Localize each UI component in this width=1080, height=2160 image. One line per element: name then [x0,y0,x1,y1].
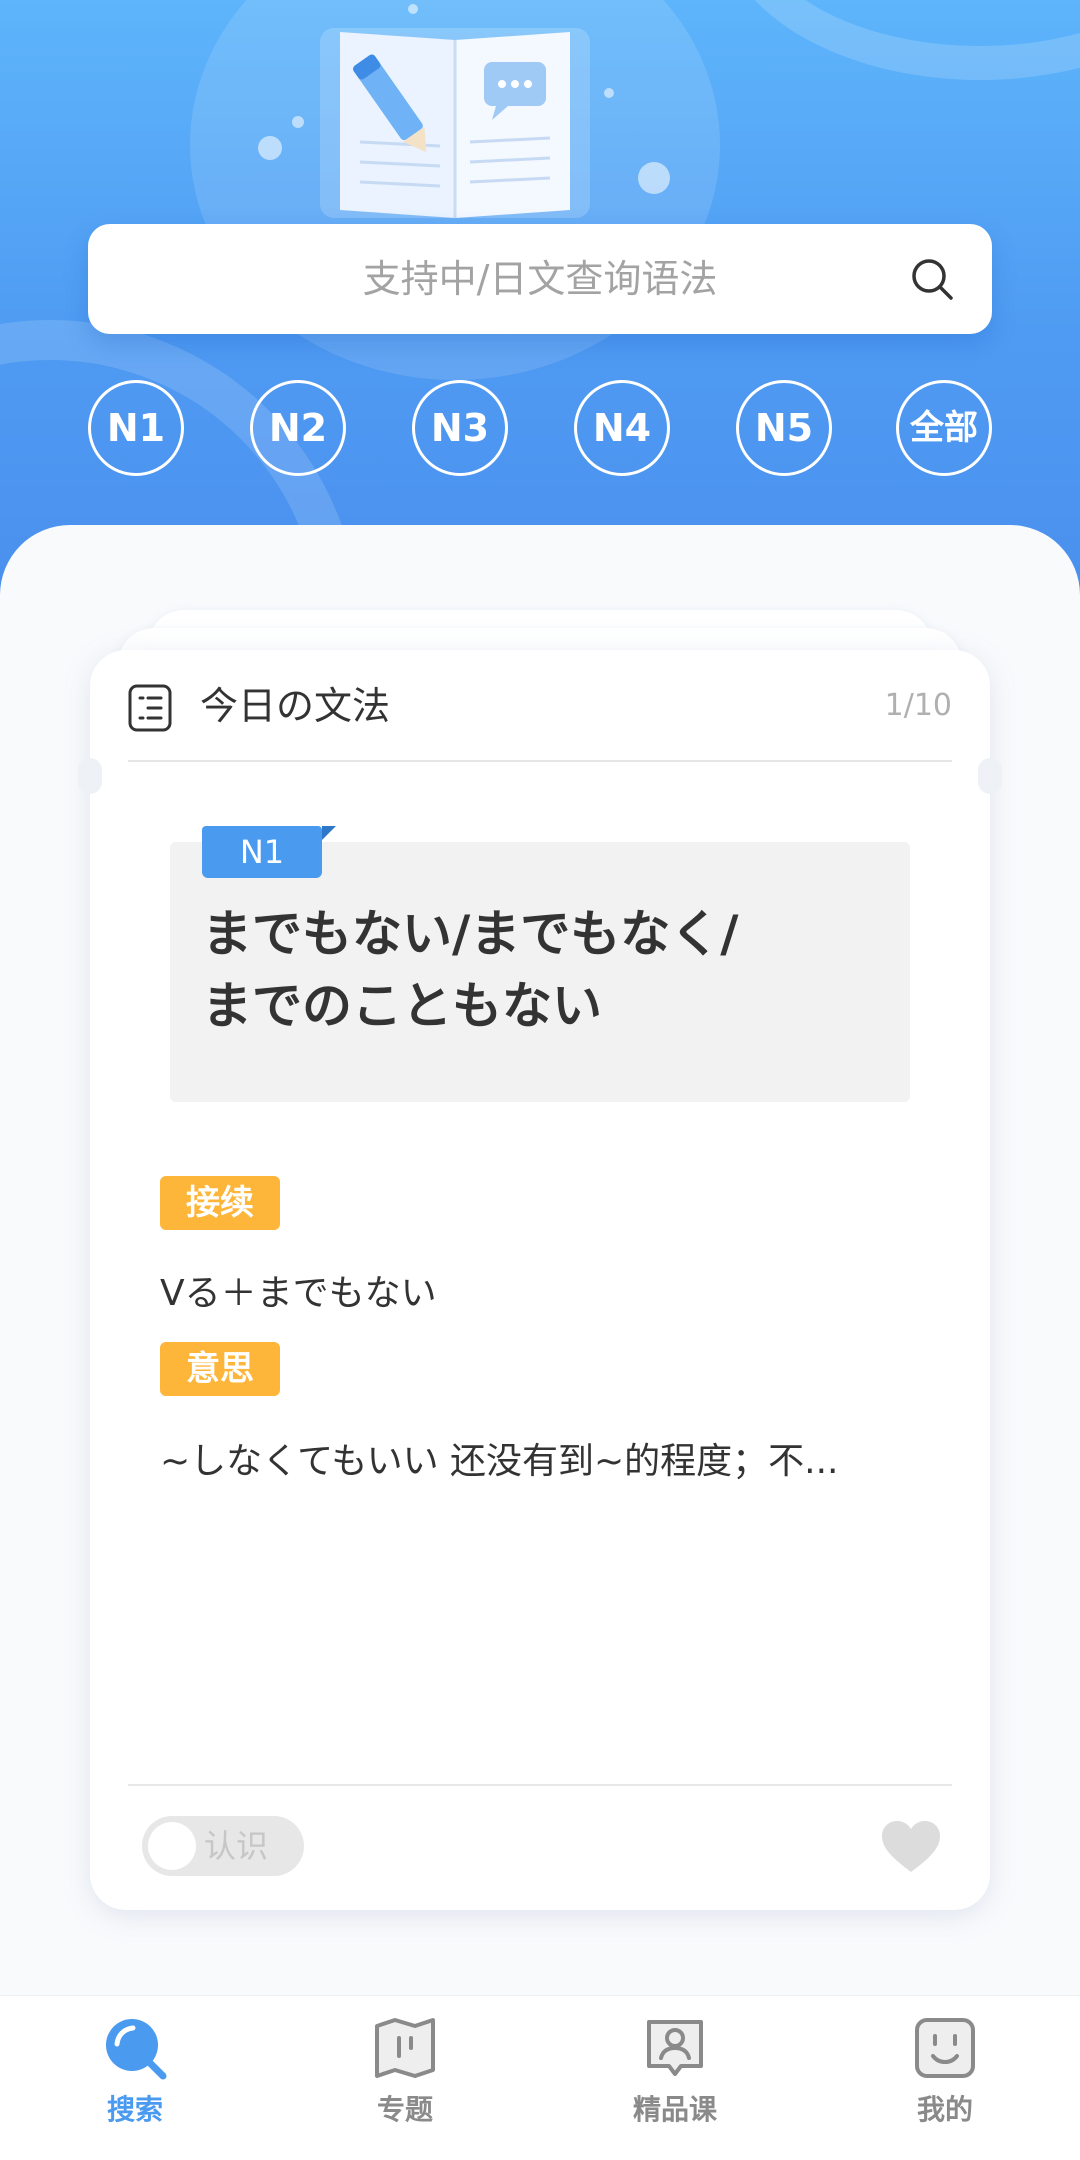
nav-label: 专题 [376,2093,433,2126]
smiley-icon [915,2018,975,2078]
search-icon[interactable] [908,255,956,303]
card-footer: 认识 [128,1784,952,1910]
nav-label: 搜索 [106,2093,163,2126]
decor-ring [720,0,1080,80]
connection-text: Vる＋までもない [160,1273,437,1314]
level-button-n1[interactable]: N1 [88,380,184,476]
nav-item-profile[interactable]: 我的 [855,1996,1035,2160]
nav-label: 精品课 [632,2093,717,2126]
level-button-n2[interactable]: N2 [250,380,346,476]
open-book-illustration [320,28,590,218]
level-tag: N1 [202,826,322,878]
grammar-line: までもない/までもなく/ [202,905,739,963]
search-placeholder: 支持中/日文查询语法 [362,257,718,301]
nav-item-search[interactable]: 搜索 [45,1996,225,2160]
bottom-nav: 搜索 专题 精品课 我的 [0,1995,1080,2160]
decor-dot [604,88,614,98]
level-button-n4[interactable]: N4 [574,380,670,476]
nav-item-courses[interactable]: 精品课 [585,1996,765,2160]
known-toggle-label: 认识 [204,1827,269,1865]
nav-label: 我的 [916,2093,973,2126]
level-button-n5[interactable]: N5 [736,380,832,476]
card-counter: 1/10 [884,688,952,723]
meaning-badge: 意思 [160,1342,280,1396]
known-toggle[interactable]: 认识 [142,1816,304,1876]
decor-dot [408,4,418,14]
card-title: 今日の文法 [200,684,391,728]
grammar-line: までのこともない [202,977,602,1035]
daily-grammar-card[interactable]: 今日の文法 1/10 N1 までもない/までもなく/ までのこともない 接续 V… [78,650,1002,1910]
header-banner: 支持中/日文查询语法 N1 N2 N3 N4 N5 全部 [0,0,1080,600]
grammar-pattern: までもない/までもなく/ までのこともない [202,898,892,1042]
decor-dot [258,136,282,160]
decor-dot [292,116,304,128]
level-filter-bar: N1 N2 N3 N4 N5 全部 [88,380,992,478]
level-button-all[interactable]: 全部 [896,380,992,476]
card-header: 今日の文法 1/10 [128,650,952,762]
level-tag-fold [322,826,336,840]
level-button-n3[interactable]: N3 [412,380,508,476]
card-notch [78,758,102,794]
nav-item-topics[interactable]: 专题 [315,1996,495,2160]
heart-icon[interactable] [880,1820,942,1874]
meaning-text: ~しなくてもいい 还没有到~的程度；不... [160,1441,839,1482]
user-card-icon [647,2020,703,2076]
search-bar[interactable]: 支持中/日文查询语法 [88,224,992,334]
search-icon [106,2019,167,2080]
connection-badge: 接续 [160,1176,280,1230]
card-notch [978,758,1002,794]
list-icon [128,684,172,732]
decor-dot [638,162,670,194]
toggle-knob [148,1822,196,1870]
map-book-icon [375,2018,435,2078]
